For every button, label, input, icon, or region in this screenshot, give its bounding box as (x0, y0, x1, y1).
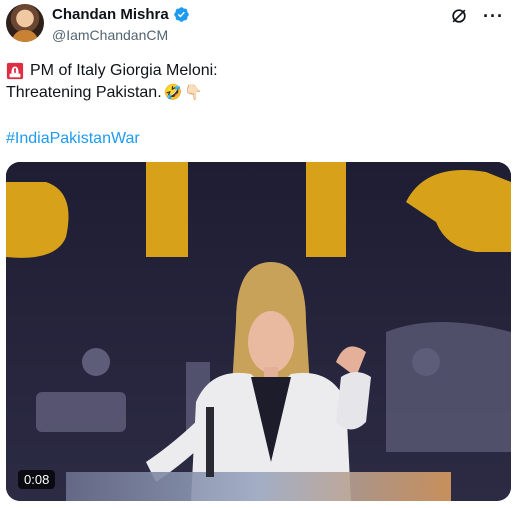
video-player[interactable]: 0:08 (6, 162, 511, 501)
tweet-line-2: Threatening Pakistan. 🤣 👇🏻 (6, 82, 218, 104)
hashtag-link[interactable]: #IndiaPakistanWar (6, 130, 140, 148)
video-frame (6, 162, 511, 501)
laughing-emoji: 🤣 (163, 84, 183, 101)
tweet-card[interactable]: Chandan Mishra @IamChandanCM ··· PM of I… (0, 0, 516, 508)
verified-badge-icon (173, 7, 189, 22)
more-icon[interactable]: ··· (483, 6, 504, 26)
author-row: Chandan Mishra (52, 6, 190, 23)
top-actions: ··· (449, 6, 504, 26)
pointing-down-emoji: 👇🏻 (184, 84, 204, 101)
tweet-line-1-text: PM of Italy Giorgia Meloni: (30, 62, 218, 79)
siren-icon (6, 62, 24, 80)
avatar[interactable] (6, 4, 44, 42)
tweet-line-2-text: Threatening Pakistan. (6, 84, 162, 101)
tweet-text: PM of Italy Giorgia Meloni: Threatening … (6, 60, 218, 104)
author-name[interactable]: Chandan Mishra (52, 6, 169, 23)
tweet-line-1: PM of Italy Giorgia Meloni: (6, 60, 218, 82)
video-timer: 0:08 (18, 470, 56, 489)
author-handle[interactable]: @IamChandanCM (52, 27, 168, 43)
grok-icon[interactable] (449, 6, 469, 26)
